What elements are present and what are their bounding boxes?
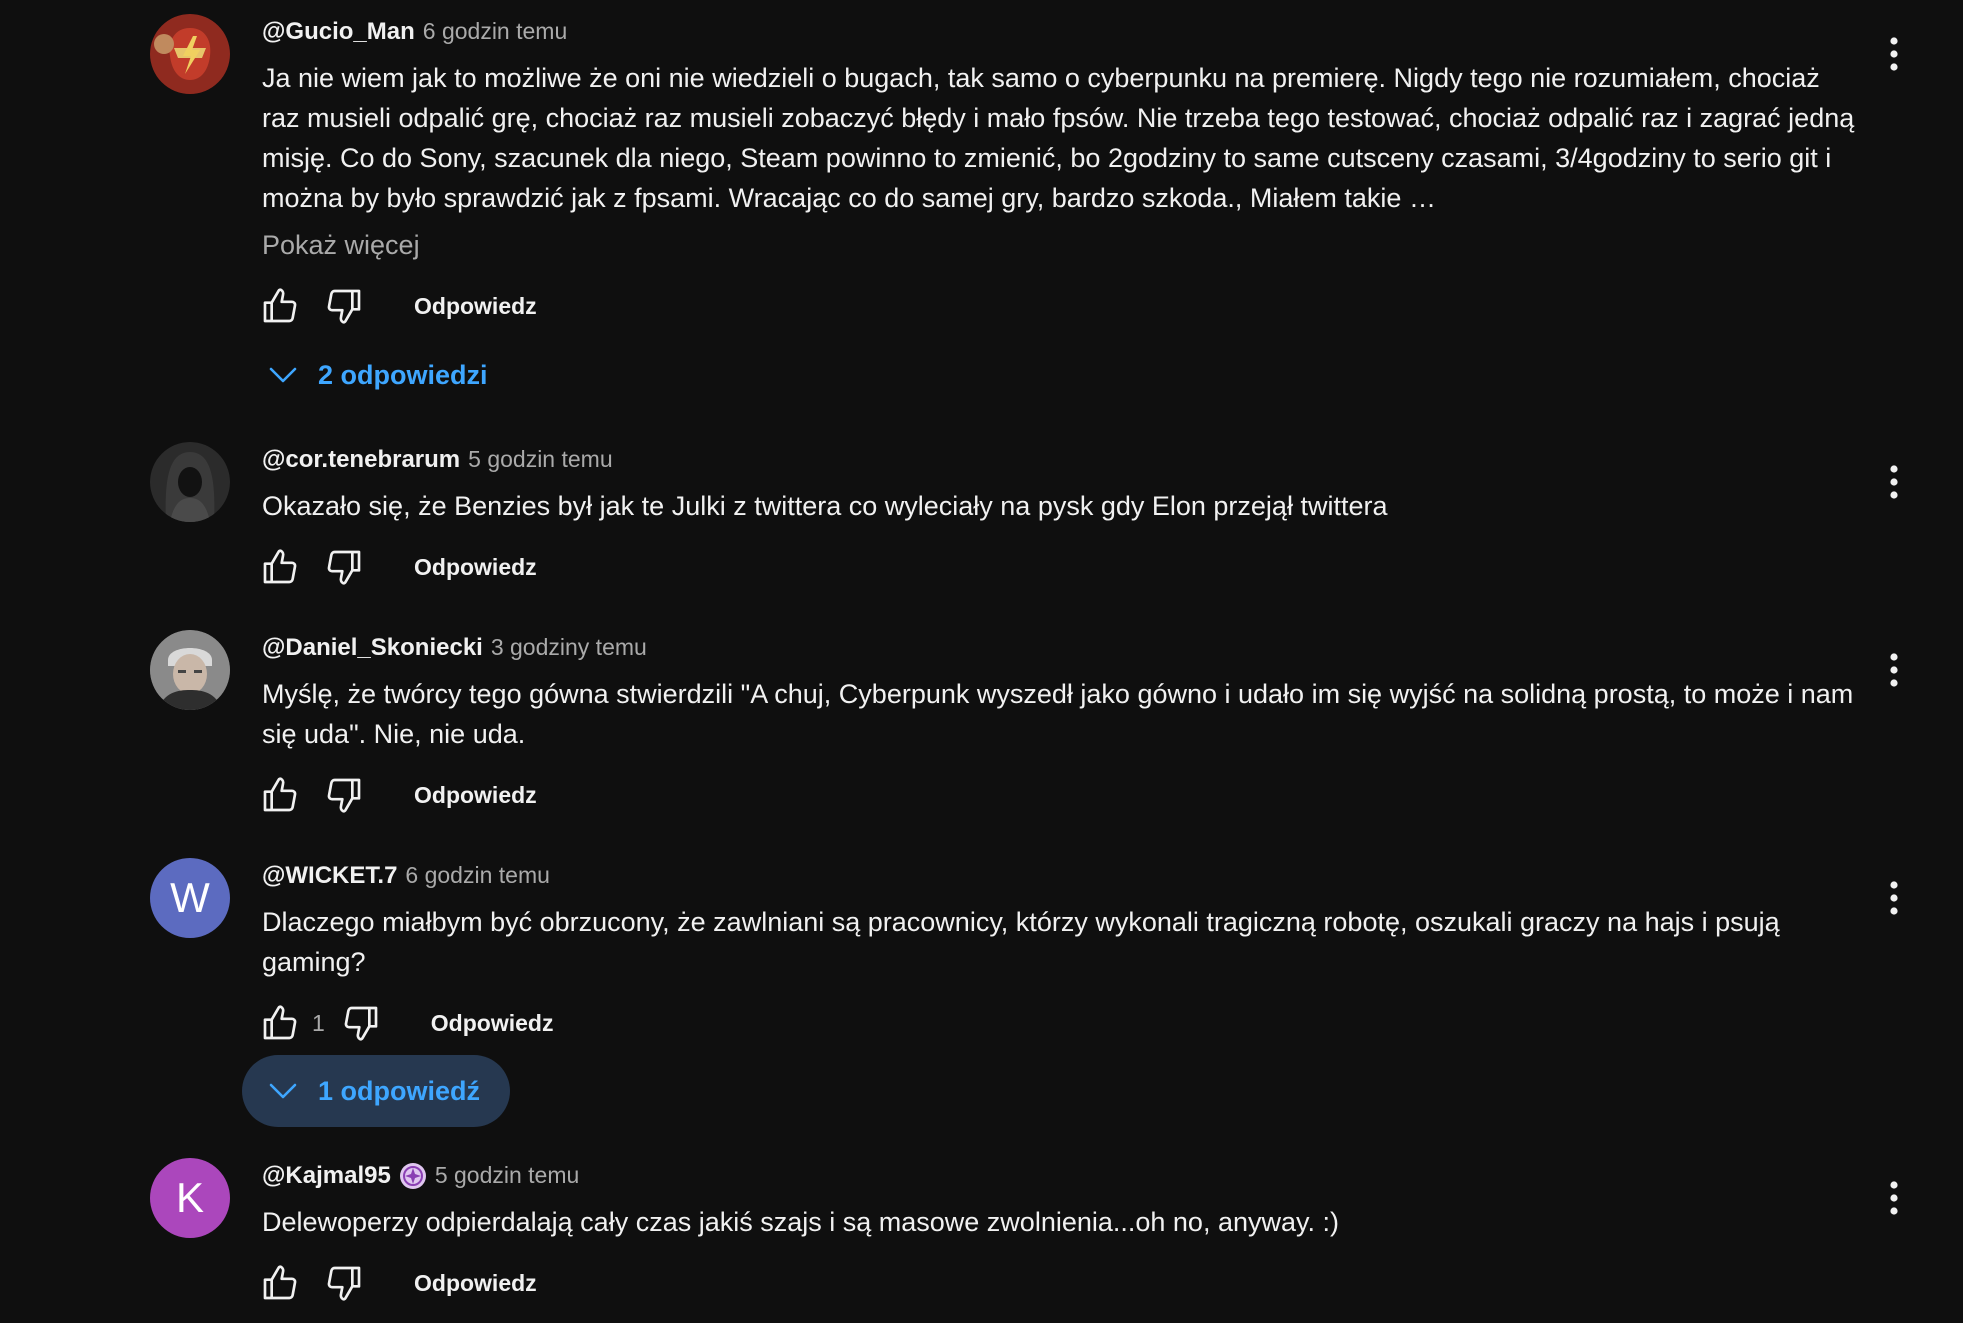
member-badge-icon	[399, 1163, 426, 1189]
comment-text: Ja nie wiem jak to możliwe że oni nie wi…	[262, 63, 1855, 213]
avatar[interactable]: K	[150, 1158, 230, 1238]
comment-text: Dlaczego miałbym być obrzucony, że zawln…	[262, 907, 1780, 977]
more-vert-icon	[1889, 1180, 1899, 1216]
comment-actions: Odpowiedz	[258, 773, 537, 817]
avatar-letter: W	[170, 874, 210, 921]
comment-menu-button[interactable]	[1876, 876, 1912, 920]
thumb-up-icon	[260, 547, 300, 587]
avatar[interactable]	[150, 630, 230, 710]
avatar-image-icon	[150, 630, 230, 710]
comment-menu-button[interactable]	[1876, 460, 1912, 504]
dislike-button[interactable]	[322, 284, 366, 328]
replies-count-label: 2 odpowiedzi	[318, 359, 488, 390]
comment-author[interactable]: @cor.tenebrarum	[262, 446, 460, 474]
comment-author[interactable]: @WICKET.7	[262, 862, 397, 890]
comment-menu-button[interactable]	[1876, 32, 1912, 76]
replies-count-label: 1 odpowiedź	[318, 1075, 480, 1106]
avatar-image-icon	[150, 14, 230, 94]
thumb-down-icon	[324, 1263, 364, 1303]
more-vert-icon	[1889, 464, 1899, 500]
avatar-image-icon	[150, 442, 230, 522]
more-vert-icon	[1889, 652, 1899, 688]
avatar-letter: K	[175, 1174, 204, 1221]
like-button[interactable]	[258, 284, 302, 328]
comment-text: Delewoperzy odpierdalają cały czas jakiś…	[262, 1207, 1339, 1237]
dislike-button[interactable]	[322, 773, 366, 817]
comment-timestamp[interactable]: 6 godzin temu	[423, 18, 567, 45]
more-vert-icon	[1889, 36, 1899, 72]
like-button[interactable]	[258, 1261, 302, 1305]
thumb-up-icon	[260, 775, 300, 815]
like-button[interactable]	[258, 773, 302, 817]
dislike-button[interactable]	[322, 1261, 366, 1305]
comment-timestamp[interactable]: 3 godziny temu	[491, 634, 647, 661]
comment-text: Okazało się, że Benzies był jak te Julki…	[262, 491, 1388, 521]
thumb-up-icon	[260, 1003, 300, 1043]
comment-timestamp[interactable]: 6 godzin temu	[405, 862, 549, 889]
avatar[interactable]	[150, 442, 230, 522]
dislike-button[interactable]	[339, 1001, 383, 1045]
more-vert-icon	[1889, 880, 1899, 916]
comments-section: @Gucio_Man 6 godzin temu Ja nie wiem jak…	[0, 0, 1963, 1323]
comment-author[interactable]: @Kajmal95	[262, 1162, 391, 1190]
thumb-down-icon	[324, 547, 364, 587]
comment-menu-button[interactable]	[1876, 648, 1912, 692]
comment-actions: Odpowiedz	[258, 1261, 537, 1305]
reply-button[interactable]: Odpowiedz	[414, 293, 537, 320]
like-count: 1	[312, 1009, 325, 1036]
reply-button[interactable]: Odpowiedz	[414, 782, 537, 809]
comment-author[interactable]: @Daniel_Skoniecki	[262, 634, 483, 662]
show-more-link[interactable]: Pokaż więcej	[262, 230, 420, 261]
chevron-down-icon	[268, 1082, 298, 1100]
comment-menu-button[interactable]	[1876, 1176, 1912, 1220]
comment-text: Myślę, że twórcy tego gówna stwierdzili …	[262, 679, 1854, 749]
reply-button[interactable]: Odpowiedz	[431, 1010, 554, 1037]
reply-button[interactable]: Odpowiedz	[414, 554, 537, 581]
comment-actions: Odpowiedz	[258, 545, 537, 589]
avatar[interactable]: W	[150, 858, 230, 938]
view-replies-button[interactable]: 1 odpowiedź	[242, 1055, 510, 1127]
thumb-up-icon	[260, 1263, 300, 1303]
like-button[interactable]	[258, 545, 302, 589]
chevron-down-icon	[268, 366, 298, 384]
thumb-down-icon	[341, 1003, 381, 1043]
comment-author[interactable]: @Gucio_Man	[262, 18, 415, 46]
comment-timestamp[interactable]: 5 godzin temu	[468, 446, 612, 473]
avatar[interactable]	[150, 14, 230, 94]
comment-actions: 1 Odpowiedz	[258, 1001, 553, 1045]
reply-button[interactable]: Odpowiedz	[414, 1270, 537, 1297]
comment-actions: Odpowiedz	[258, 284, 537, 328]
thumb-down-icon	[324, 286, 364, 326]
dislike-button[interactable]	[322, 545, 366, 589]
view-replies-button[interactable]: 2 odpowiedzi	[242, 339, 518, 411]
like-button[interactable]	[258, 1001, 302, 1045]
thumb-up-icon	[260, 286, 300, 326]
comment-timestamp[interactable]: 5 godzin temu	[435, 1162, 579, 1189]
thumb-down-icon	[324, 775, 364, 815]
